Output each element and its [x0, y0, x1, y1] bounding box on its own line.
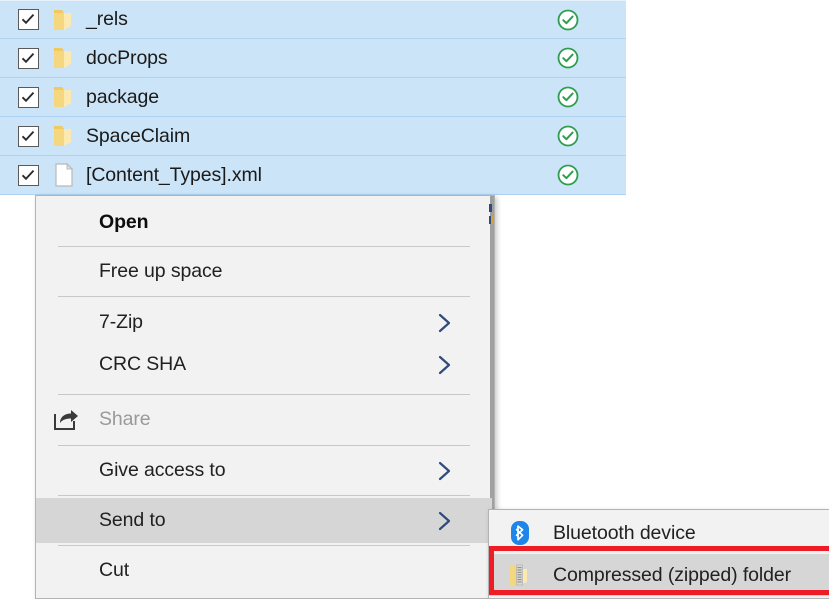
- table-row[interactable]: SpaceClaim: [0, 117, 626, 156]
- xml-file-icon: [52, 162, 76, 188]
- menu-item-crc-sha[interactable]: CRC SHA: [36, 342, 492, 387]
- chevron-right-icon: [436, 508, 454, 534]
- file-name: SpaceClaim: [86, 124, 191, 147]
- menu-item-label: Free up space: [99, 260, 223, 282]
- chevron-right-icon: [436, 458, 454, 484]
- row-checkbox[interactable]: [18, 47, 39, 69]
- menu-item-label: Send to: [99, 509, 166, 531]
- row-checkbox[interactable]: [18, 125, 39, 147]
- menu-item-label: Open: [99, 211, 149, 233]
- share-icon: [52, 407, 80, 433]
- menu-item-7-zip[interactable]: 7-Zip: [36, 300, 492, 345]
- submenu-item-bluetooth-device[interactable]: Bluetooth device: [489, 512, 829, 554]
- sync-complete-icon: [556, 85, 580, 109]
- folder-icon: [52, 45, 76, 71]
- chevron-right-icon: [436, 310, 454, 336]
- table-row[interactable]: [Content_Types].xml: [0, 156, 626, 195]
- menu-item-cut[interactable]: Cut: [36, 548, 492, 593]
- menu-item-label: Cut: [99, 559, 130, 581]
- row-checkbox[interactable]: [18, 164, 39, 186]
- context-menu: Open Free up space 7-Zip CRC SHA Share G…: [35, 195, 495, 599]
- send-to-submenu: Bluetooth device Compressed (zipped) fol…: [488, 509, 829, 599]
- table-row[interactable]: docProps: [0, 39, 626, 78]
- submenu-item-compressed-zipped-folder[interactable]: Compressed (zipped) folder: [489, 554, 829, 596]
- table-row[interactable]: _rels: [0, 0, 626, 39]
- folder-icon: [52, 84, 76, 110]
- menu-item-share[interactable]: Share: [36, 397, 492, 442]
- file-name: _rels: [86, 8, 128, 30]
- menu-item-label: CRC SHA: [99, 353, 187, 375]
- submenu-item-label: Bluetooth device: [553, 521, 696, 544]
- menu-item-send-to[interactable]: Send to: [36, 498, 492, 543]
- table-row[interactable]: package: [0, 78, 626, 117]
- menu-separator: [58, 394, 470, 395]
- row-checkbox[interactable]: [18, 9, 39, 30]
- menu-separator: [58, 445, 470, 446]
- file-name: [Content_Types].xml: [86, 163, 262, 186]
- menu-item-label: 7-Zip: [99, 311, 143, 333]
- bluetooth-icon: [507, 520, 533, 546]
- menu-item-give-access-to[interactable]: Give access to: [36, 448, 492, 493]
- menu-separator: [58, 545, 470, 546]
- zipped-folder-icon: [507, 562, 533, 588]
- menu-separator: [58, 296, 470, 297]
- sync-complete-icon: [556, 46, 580, 70]
- file-name: package: [86, 85, 160, 108]
- chevron-right-icon: [436, 352, 454, 378]
- file-name: docProps: [86, 46, 168, 69]
- menu-item-label: Give access to: [99, 459, 226, 481]
- folder-icon: [52, 123, 76, 149]
- menu-item-label: Share: [99, 408, 151, 430]
- row-checkbox[interactable]: [18, 86, 39, 108]
- menu-separator: [58, 246, 470, 247]
- file-list: _rels docProps package SpaceClaim [Conte…: [0, 0, 829, 200]
- menu-item-open[interactable]: Open: [36, 200, 492, 245]
- sync-complete-icon: [556, 163, 580, 187]
- submenu-item-label: Compressed (zipped) folder: [553, 563, 792, 586]
- sync-complete-icon: [556, 124, 580, 148]
- menu-item-free-up-space[interactable]: Free up space: [36, 249, 492, 294]
- folder-icon: [52, 7, 76, 33]
- menu-separator: [58, 495, 470, 496]
- sync-complete-icon: [556, 8, 580, 32]
